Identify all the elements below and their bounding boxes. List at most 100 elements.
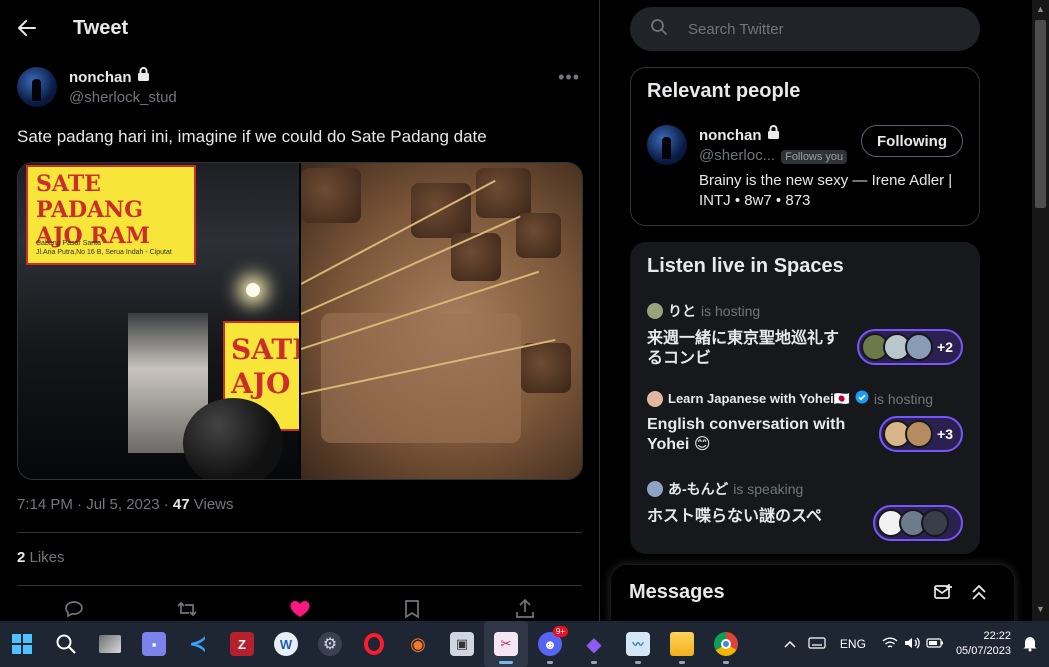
tweet-author: nonchan @sherlock_stud •••	[17, 67, 582, 109]
scrollbar-thumb[interactable]	[1035, 20, 1046, 208]
volume-icon[interactable]	[904, 636, 920, 653]
person-display-name[interactable]: nonchan	[699, 125, 847, 146]
expand-chevrons-icon[interactable]	[970, 583, 988, 606]
resource-monitor-icon[interactable]: 〰	[616, 621, 660, 667]
space-listeners[interactable]: +2	[857, 329, 963, 365]
new-message-icon[interactable]	[934, 583, 954, 606]
app-icon-w[interactable]: W	[264, 621, 308, 667]
lock-icon	[767, 125, 780, 146]
scroll-down-arrow-icon[interactable]: ▼	[1036, 604, 1045, 614]
search-box[interactable]	[630, 7, 980, 51]
relevant-person[interactable]: nonchan @sherloc... Follows you Following…	[647, 125, 963, 209]
teams-chat-icon[interactable]: ▪	[132, 621, 176, 667]
likes-label: Likes	[25, 549, 65, 566]
motorbike-helmet	[183, 398, 283, 479]
media-photo-sate[interactable]	[301, 163, 582, 479]
running-indicator	[547, 661, 553, 664]
settings-gear-icon[interactable]: ⚙	[308, 621, 352, 667]
tweet-time[interactable]: 7:14 PM · Jul 5, 2023 ·	[17, 496, 173, 513]
share-icon[interactable]	[514, 598, 536, 620]
discord-icon[interactable]: ☻ 9+	[528, 621, 572, 667]
sate-meat	[516, 213, 561, 258]
host-avatar	[647, 390, 663, 407]
sate-meat	[301, 168, 361, 223]
views-count: 47	[172, 496, 190, 513]
clock-date: 05/07/2023	[955, 645, 1011, 657]
relevant-people-title: Relevant people	[647, 80, 801, 102]
search-input[interactable]	[688, 20, 948, 38]
blender-icon[interactable]: ◉	[396, 621, 440, 667]
taskbar-clock[interactable]: 22:22 05/07/2023	[956, 629, 1011, 659]
messages-drawer[interactable]: Messages	[611, 565, 1014, 621]
listener-count: +2	[937, 339, 953, 355]
author-handle[interactable]: @sherlock_stud	[69, 88, 177, 108]
space-title: 来週一緒に東京聖地巡礼するコンビ	[647, 330, 840, 367]
media-photo-stall[interactable]: SATE PADANG AJO RAM Cabang Pasar Santa J…	[18, 163, 299, 479]
space-host-row: りと is hosting	[647, 301, 963, 321]
winrar-icon[interactable]: Z	[220, 621, 264, 667]
wifi-icon[interactable]	[882, 636, 898, 653]
scroll-up-arrow-icon[interactable]: ▲	[1036, 4, 1045, 14]
messages-actions	[934, 583, 988, 606]
space-item[interactable]: Learn Japanese with Yohei🇯🇵 is hosting E…	[647, 390, 963, 455]
spaces-title: Listen live in Spaces	[647, 255, 844, 277]
follows-you-badge: Follows you	[781, 150, 848, 164]
space-item[interactable]: あ-もんど is speaking ホスト喋らない謎のスペ	[647, 479, 963, 541]
listener-avatar	[905, 333, 934, 361]
space-item[interactable]: りと is hosting 来週一緒に東京聖地巡礼するコンビ +2	[647, 301, 963, 369]
author-display-name[interactable]: nonchan	[69, 67, 177, 88]
system-tray: ENG 22:22 05/07/2023	[784, 621, 1049, 667]
search-icon	[650, 18, 668, 41]
notification-icon[interactable]	[1021, 634, 1039, 655]
author-avatar[interactable]	[17, 67, 57, 107]
host-name: りと	[668, 303, 696, 319]
running-indicator	[591, 661, 597, 664]
keyboard-icon[interactable]	[808, 636, 826, 652]
windows-taskbar: ▪ ≺ Z W ⚙ ◉ ▣ ✂ ☻ 9+ ◆ 〰 ENG 22:22 05/07/…	[0, 621, 1049, 667]
listener-avatar	[921, 509, 949, 537]
tweet-timestamp: 7:14 PM · Jul 5, 2023 · 47 Views	[17, 496, 234, 513]
right-sidebar: Relevant people nonchan @sherloc... Follo…	[601, 0, 1031, 621]
opera-icon[interactable]	[352, 621, 396, 667]
discord-badge: 9+	[552, 626, 568, 637]
tray-chevron-icon[interactable]	[784, 637, 796, 651]
relevant-people-card: Relevant people nonchan @sherloc... Follo…	[630, 67, 980, 226]
retweet-icon[interactable]	[176, 598, 198, 620]
person-handle[interactable]: @sherloc...	[699, 147, 775, 164]
host-name: あ-もんど	[668, 481, 729, 497]
person-avatar[interactable]	[647, 125, 687, 165]
obsidian-icon[interactable]: ◆	[572, 621, 616, 667]
likes-stat[interactable]: 2 Likes	[17, 549, 65, 566]
listener-avatar	[905, 420, 934, 448]
more-options-icon[interactable]: •••	[558, 67, 580, 88]
space-listeners[interactable]	[873, 505, 963, 541]
battery-icon[interactable]	[926, 637, 944, 652]
chrome-icon[interactable]	[704, 621, 748, 667]
active-indicator	[499, 661, 513, 664]
start-button[interactable]	[0, 621, 44, 667]
host-role: is hosting	[701, 303, 761, 319]
shop-sign-address: Cabang Pasar Santa Jl.Aria Putra,No 16 B…	[36, 239, 172, 257]
like-heart-icon[interactable]	[289, 598, 311, 620]
space-listeners[interactable]: +3	[879, 416, 963, 452]
back-arrow-icon[interactable]	[17, 17, 39, 39]
vscode-icon[interactable]: ≺	[176, 621, 220, 667]
language-indicator[interactable]: ENG	[840, 637, 866, 651]
reply-icon[interactable]	[63, 598, 85, 620]
sate-meat	[476, 168, 531, 218]
person-names: nonchan @sherloc... Follows you	[699, 125, 848, 167]
host-avatar	[647, 481, 663, 497]
taskbar-search-icon[interactable]	[44, 621, 88, 667]
page-scrollbar[interactable]: ▲ ▼	[1032, 0, 1049, 621]
verified-icon	[855, 390, 869, 407]
spaces-card: Listen live in Spaces りと is hosting 来週一緒…	[630, 242, 980, 554]
app-icon-box[interactable]: ▣	[440, 621, 484, 667]
author-name-text: nonchan	[69, 68, 132, 86]
snipping-tool-icon[interactable]: ✂	[484, 621, 528, 667]
sate-meat	[451, 233, 501, 281]
bookmark-icon[interactable]	[401, 598, 423, 620]
following-button[interactable]: Following	[861, 125, 963, 157]
tweet-media: SATE PADANG AJO RAM Cabang Pasar Santa J…	[17, 162, 583, 480]
file-explorer-icon[interactable]	[660, 621, 704, 667]
task-view-icon[interactable]	[88, 621, 132, 667]
